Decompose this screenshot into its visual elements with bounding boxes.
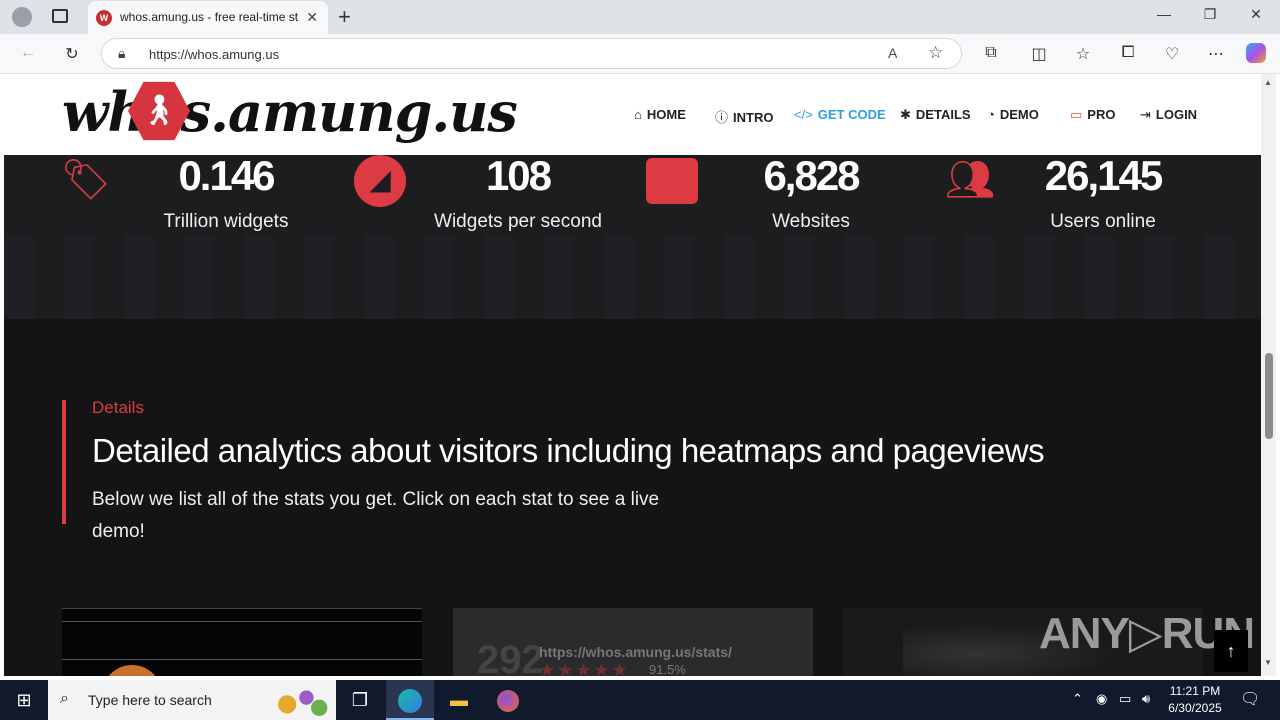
page-scrollbar[interactable]: ▲ ▼	[1261, 74, 1276, 676]
meet-now-icon[interactable]: ◉	[1096, 691, 1107, 707]
address-bar[interactable]: 🔒︎ https://whos.amung.us A ☆	[101, 38, 962, 69]
browser-tab[interactable]: W whos.amung.us - free real-time st ✕	[88, 1, 328, 34]
volume-icon[interactable]: 🔊︎	[1142, 691, 1150, 707]
nav-pro[interactable]: ▭ PRO	[1070, 107, 1115, 123]
site-info-icon[interactable]: 🔒︎	[118, 45, 125, 62]
stat-label-widgets-per-second: Widgets per second	[434, 211, 602, 232]
windows-logo-icon: ⊞	[16, 690, 32, 710]
nav-details[interactable]: ✱ DETAILS	[900, 107, 971, 123]
stat-value-websites: 6,828	[763, 152, 860, 199]
taskbar-search-box[interactable]: ⌕ Type here to search	[48, 680, 336, 720]
scroll-up-icon[interactable]: ▲	[1264, 78, 1272, 87]
pro-badge-icon: ▭	[1070, 107, 1083, 122]
address-url: https://whos.amung.us	[149, 47, 280, 62]
card-divider	[62, 621, 422, 622]
window-close-icon[interactable]: ✕	[1236, 6, 1276, 23]
refresh-icon[interactable]: ↻	[60, 44, 84, 64]
read-aloud-icon[interactable]: A	[888, 45, 897, 61]
tags-icon: 🏷︎	[60, 158, 112, 202]
site-favicon-icon: W	[96, 10, 112, 26]
nav-home[interactable]: ⌂ HOME	[634, 107, 686, 122]
stat-label-users-online: Users online	[1050, 211, 1156, 232]
tab-close-icon[interactable]: ✕	[306, 9, 318, 26]
code-icon: </>	[794, 107, 813, 122]
search-icon: ⌕	[60, 690, 69, 707]
section-heading: Detailed analytics about visitors includ…	[92, 432, 1045, 469]
page-viewport: 🏷︎ ◢ 👥︎ 0.146 Trillion widgets 108 Widge…	[4, 74, 1261, 676]
home-icon: ⌂	[634, 107, 642, 122]
back-icon[interactable]: ←	[16, 44, 40, 62]
clock-date: 6/30/2025	[1168, 701, 1222, 715]
scrollbar-thumb[interactable]	[1265, 353, 1273, 439]
nav-login[interactable]: ⇥ LOGIN	[1140, 107, 1197, 123]
firefox-icon[interactable]	[484, 680, 532, 720]
arrow-up-icon: ↑	[1226, 641, 1236, 661]
browser-tab-bar: W whos.amung.us - free real-time st ✕ + …	[0, 0, 1280, 34]
copilot-icon[interactable]	[1246, 43, 1266, 63]
scroll-to-top-button[interactable]: ↑	[1214, 630, 1248, 672]
taskbar-search-placeholder: Type here to search	[88, 692, 212, 708]
stat-label-widgets: Trillion widgets	[163, 211, 289, 232]
section-accent-bar	[62, 400, 66, 524]
windows-taskbar: ⊞ ⌕ Type here to search ❐ ▬ ⌃ ◉ ▭ 🔊︎ 11:…	[0, 680, 1280, 720]
minimize-icon[interactable]: —	[1144, 6, 1184, 22]
dashboard-icon: ◔	[987, 107, 995, 122]
card-percent: 91.5%	[649, 662, 686, 676]
scroll-down-icon[interactable]: ▼	[1264, 658, 1272, 667]
extensions-icon[interactable]: ⧉	[979, 44, 1003, 62]
tab-title: whos.amung.us - free real-time st	[120, 10, 298, 24]
stats-background-pattern	[4, 235, 1261, 319]
show-hidden-icons-icon[interactable]: ⌃	[1072, 691, 1083, 707]
card-rating-stars: ★★★★★	[539, 660, 630, 676]
network-icon[interactable]: ▭	[1119, 691, 1131, 707]
browser-essentials-icon[interactable]: ♡	[1160, 44, 1184, 64]
nav-demo[interactable]: ◔ DEMO	[987, 107, 1039, 122]
settings-menu-icon[interactable]: ⋯	[1204, 44, 1228, 64]
card-counter-url: https://whos.amung.us/stats/	[539, 644, 732, 660]
task-view-icon[interactable]: ❐	[336, 680, 384, 720]
search-highlight-flowers-icon	[268, 684, 332, 718]
file-explorer-icon[interactable]: ▬	[435, 680, 483, 720]
taskbar-clock[interactable]: 11:21 PM 6/30/2025	[1160, 683, 1230, 717]
edge-taskbar-icon[interactable]	[386, 680, 434, 720]
stat-card-heatmap[interactable]	[62, 608, 422, 676]
collections-icon[interactable]: ⧠	[1116, 44, 1140, 62]
split-screen-icon[interactable]: ◫	[1027, 44, 1051, 64]
login-icon: ⇥	[1140, 107, 1151, 122]
start-button[interactable]: ⊞	[0, 680, 48, 720]
clock-time: 11:21 PM	[1169, 684, 1221, 698]
section-description: Below we list all of the stats you get. …	[92, 489, 660, 542]
new-tab-button[interactable]: +	[338, 4, 351, 30]
asterisk-icon: ✱	[900, 107, 911, 122]
card-counter-number: 292	[477, 638, 544, 676]
stat-label-websites: Websites	[772, 211, 850, 232]
favorite-star-icon[interactable]: ☆	[928, 43, 943, 63]
stat-value-users-online: 26,145	[1044, 152, 1163, 199]
favorites-icon[interactable]: ☆	[1071, 44, 1095, 64]
section-kicker: Details	[92, 398, 144, 417]
info-icon: ⓘ	[715, 110, 729, 125]
restore-icon[interactable]: ❐	[1190, 6, 1230, 23]
nav-get-code[interactable]: </> GET CODE	[794, 107, 886, 122]
browser-toolbar: ← ↻ 🔒︎ https://whos.amung.us A ☆ ⧉ ◫ ☆ ⧠…	[0, 34, 1280, 74]
card-divider	[62, 659, 422, 660]
profile-icon[interactable]	[12, 7, 32, 27]
notifications-icon[interactable]: 🗨︎	[1240, 689, 1260, 709]
tab-actions-icon[interactable]	[52, 9, 68, 23]
stat-value-widgets: 0.146	[178, 152, 275, 199]
stat-value-widgets-per-second: 108	[485, 152, 552, 199]
card-image-shape	[102, 665, 162, 676]
nav-intro[interactable]: ⓘ INTRO	[715, 107, 773, 126]
site-header: whos.amung.us 🚶︎ ⌂ HOME ⓘ INTRO </> GET COD…	[4, 74, 1261, 155]
stat-card-counter[interactable]: 292 https://whos.amung.us/stats/ ★★★★★ 9…	[453, 608, 813, 676]
